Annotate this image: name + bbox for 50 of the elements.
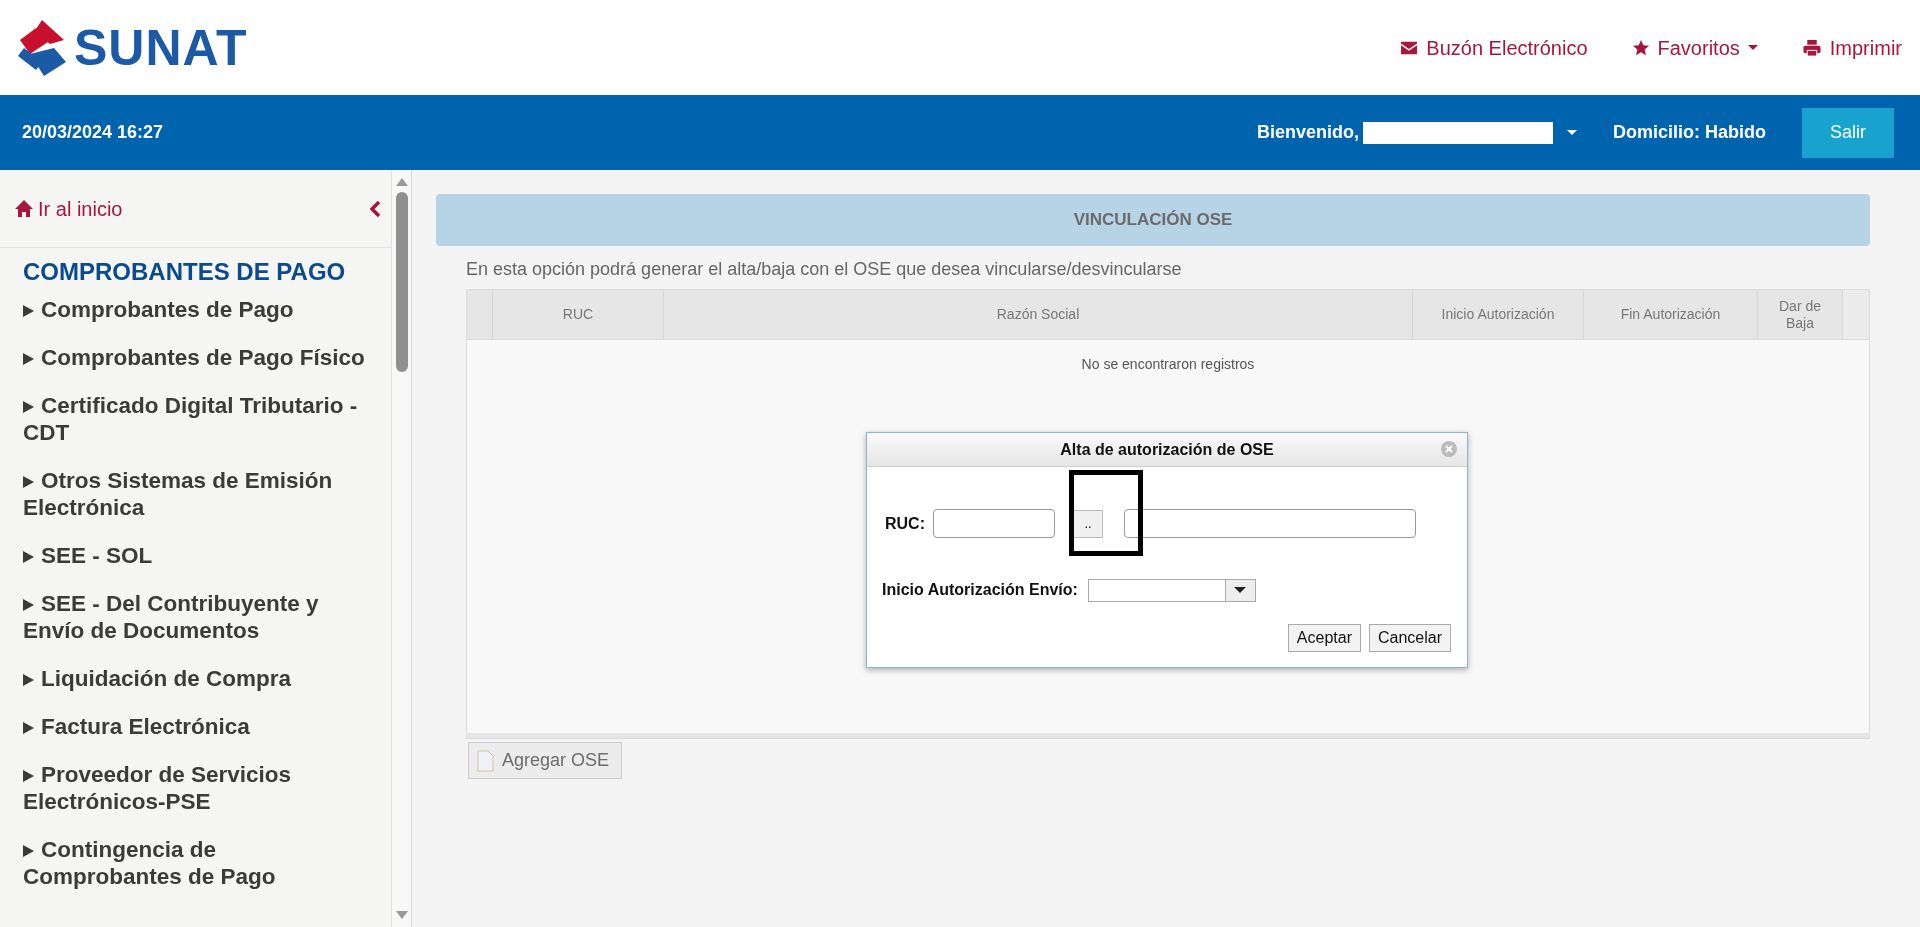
scroll-thumb[interactable] [395,192,408,372]
sidebar-item[interactable]: Comprobantes de Pago [0,286,392,335]
lookup-button[interactable]: .. [1073,509,1103,538]
section-heading: COMPROBANTES DE PAGO [22,257,347,287]
dialog-button[interactable]: Aceptar [1287,624,1361,652]
field-label: Inicio Autorización Envío: [882,580,1078,600]
home-link[interactable]: Ir al inicio [14,193,123,224]
sidebar-item[interactable]: Comprobantes de Pago Físico [0,334,392,383]
welcome-text: Bienvenido, [1257,121,1359,144]
scrollbar[interactable] [391,170,411,927]
empty-message: No se encontraron registros [1080,355,1256,374]
star-icon [1631,38,1650,57]
close-icon[interactable] [1441,441,1457,457]
sidebar-item[interactable]: Otros Sistemas de Emisión Electrónica [0,457,392,533]
sidebar-item[interactable]: SEE - Del Contribuyente y Envío de Documentos [0,580,392,656]
scroll-up-icon [395,178,408,186]
column-header[interactable]: Inicio Autorización [1413,290,1584,339]
dialog-title: Alta de autorización de OSE [1060,439,1274,460]
sidebar-item[interactable]: SEE - SOL [0,532,392,581]
scroll-down-icon [395,911,408,919]
description-text: En esta opción podrá generar el alta/baja con el OSE que desea vincularse/desvincularse [466,258,1183,281]
sidebar-item[interactable]: Contingencia de Comprobantes de Pago [0,826,392,902]
sidebar-item[interactable]: Proveedor de Servicios Electrónicos-PSE [0,751,392,827]
column-header[interactable]: Dar de Baja [1758,290,1843,339]
collapse-icon [370,200,382,217]
document-icon [477,749,494,772]
column-header[interactable]: Razón Social [664,290,1413,339]
column-header[interactable]: RUC [493,290,664,339]
dialog-button[interactable]: Cancelar [1368,624,1451,652]
add-button[interactable]: Agregar OSE [468,742,623,779]
header-link[interactable]: Favoritos [1631,32,1758,63]
field-label: RUC: [885,513,926,534]
sidebar-item[interactable]: Factura Electrónica [0,703,392,752]
logo-text: SUNAT [74,22,248,73]
caret-icon [1567,130,1577,135]
header-link[interactable]: Imprimir [1801,32,1902,63]
caret-icon [1234,587,1247,593]
text-field[interactable] [1124,509,1416,538]
ruc-field[interactable] [933,509,1055,538]
sidebar-item[interactable]: Liquidación de Compra [0,655,392,704]
page-title: VINCULACIÓN OSE [1073,209,1233,232]
date-time: 20/03/2024 16:27 [22,121,164,144]
header-link[interactable]: Buzón Electrónico [1400,32,1588,63]
envelope-icon [1400,39,1419,56]
sidebar-item[interactable]: Certificado Digital Tributario - CDT [0,382,392,458]
column-header[interactable]: Fin Autorización [1584,290,1758,339]
domicile-status: Domicilio: Habido [1613,121,1766,144]
home-icon [14,199,34,218]
printer-icon [1801,38,1822,57]
date-dropdown[interactable] [1087,578,1256,602]
